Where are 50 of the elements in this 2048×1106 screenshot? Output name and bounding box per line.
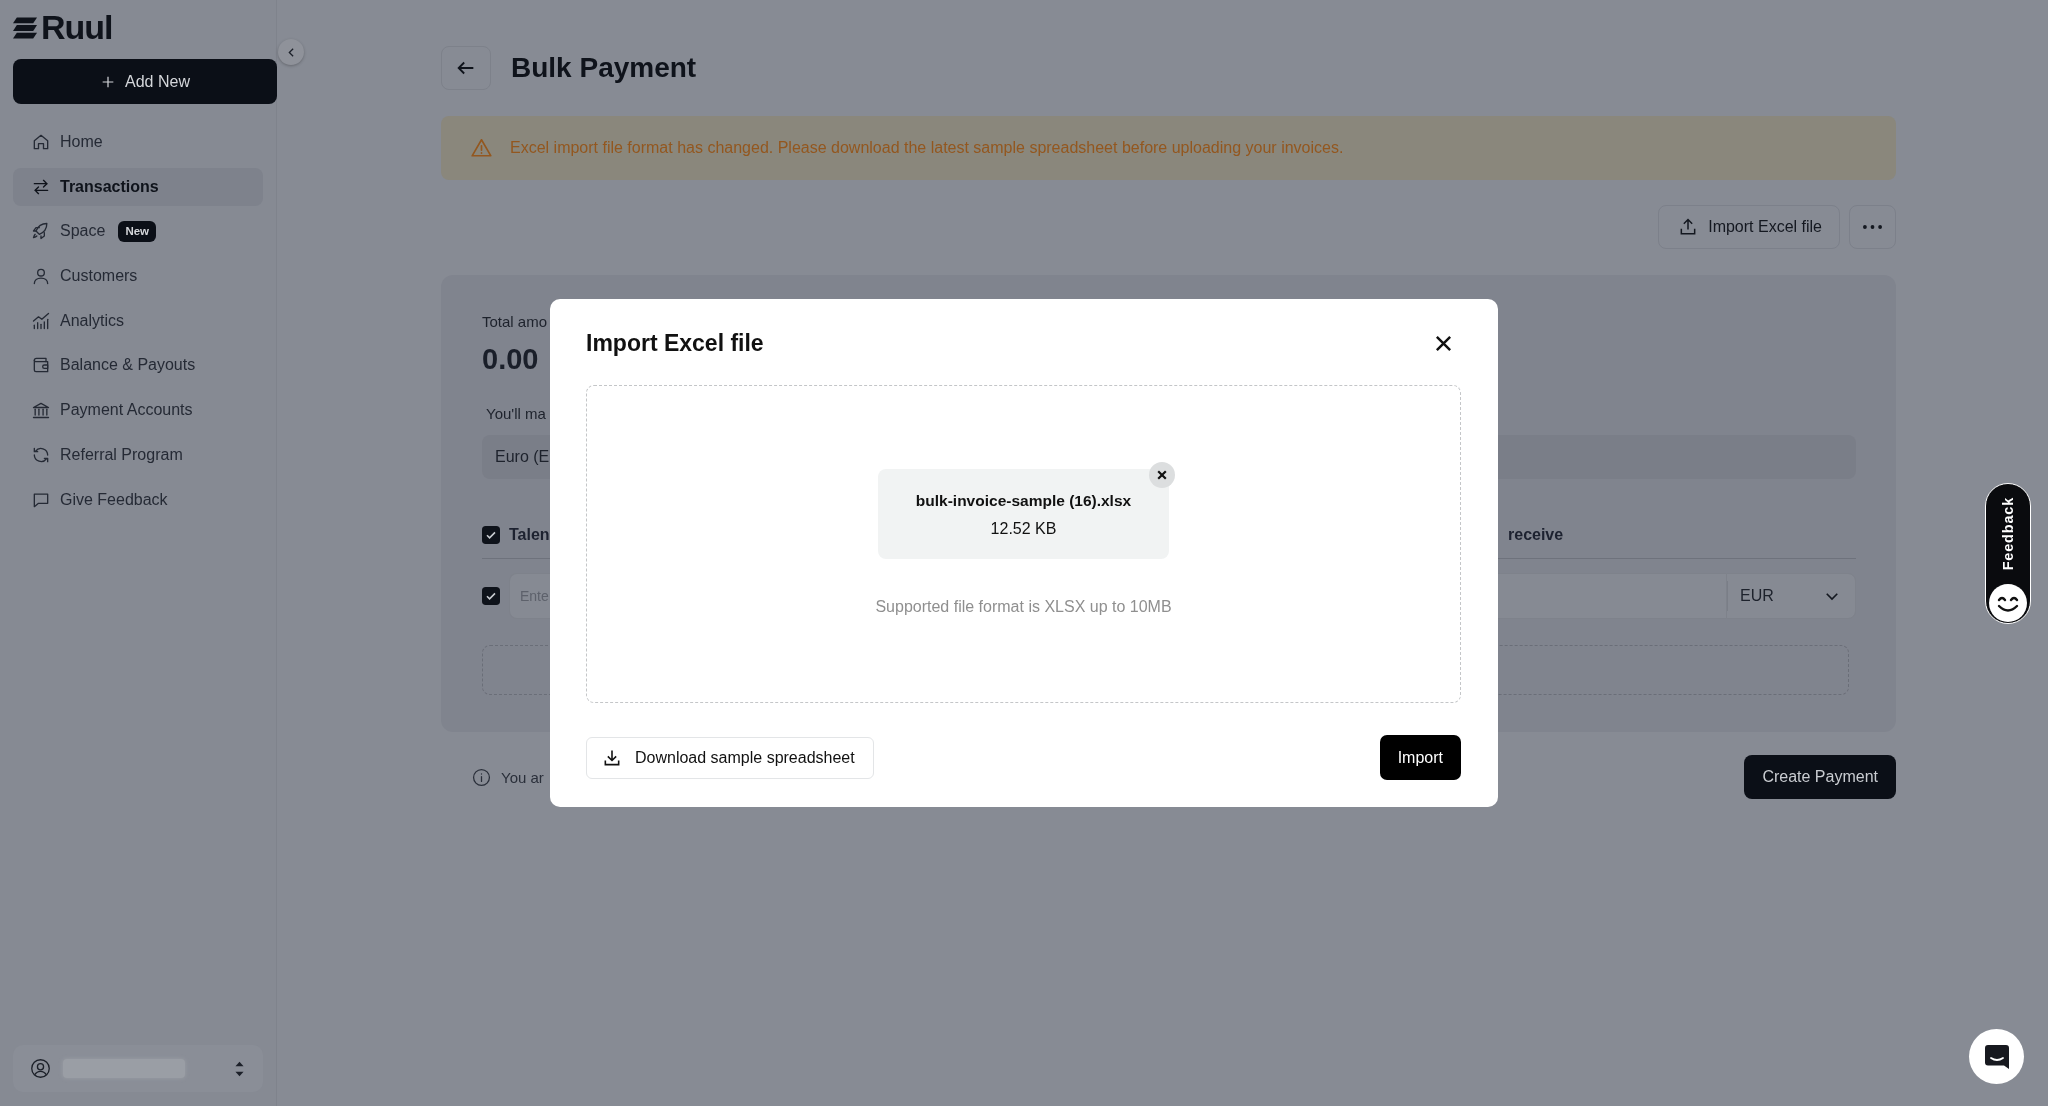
smiley-icon	[1987, 582, 2028, 623]
user-icon	[30, 1058, 51, 1079]
checkbox[interactable]	[482, 587, 500, 605]
person-icon	[31, 266, 51, 287]
column-header: Talen	[509, 526, 550, 544]
back-button[interactable]	[441, 46, 491, 90]
banner-text: Excel import file format has changed. Please download the latest sample spreadsheet before uploading your invoices.	[510, 139, 1344, 157]
checkbox[interactable]	[482, 526, 500, 544]
info-icon	[472, 767, 491, 787]
add-new-button[interactable]: Add New	[13, 59, 277, 104]
nav-item[interactable]: Home	[13, 123, 263, 161]
close-icon[interactable]	[1149, 462, 1175, 488]
home-icon	[31, 132, 51, 152]
warning-icon	[470, 137, 493, 159]
bar-chart-icon	[31, 310, 51, 331]
nav-item[interactable]: Referral Program	[13, 435, 263, 474]
download-sample-button[interactable]: Download sample spreadsheet	[586, 736, 874, 779]
chat-button[interactable]	[1969, 1029, 2024, 1084]
new-badge: New	[118, 220, 157, 242]
file-drop-zone[interactable]: bulk-invoice-sample (16).xlsx 12.52 KB Supported file format is XLSX up to 10MB	[586, 385, 1461, 703]
nav-item[interactable]: Payment Accounts	[13, 391, 263, 430]
currency-dropdown[interactable]: EUR	[1726, 573, 1856, 619]
nav-item[interactable]: Give Feedback	[13, 480, 263, 519]
logo-icon	[13, 15, 38, 40]
total-label: Total amo	[482, 313, 548, 331]
info-text: You ar	[501, 768, 544, 786]
close-icon[interactable]	[1434, 333, 1453, 353]
field-label: You'll ma	[486, 405, 546, 423]
account-switcher[interactable]	[13, 1045, 263, 1092]
up-down-icon	[234, 1059, 245, 1078]
nav-item[interactable]: Space New	[13, 212, 263, 251]
dialog-title: Import Excel file	[586, 329, 764, 357]
nav-item[interactable]: Analytics	[13, 301, 263, 340]
total-amount: 0.00	[482, 342, 539, 376]
column-header: receive	[1508, 526, 1564, 544]
nav-item[interactable]: Transactions	[13, 167, 263, 206]
logo-text: Ruul	[41, 13, 113, 42]
import-button[interactable]: Import	[1379, 735, 1461, 780]
feedback-tab[interactable]: Feedback	[1985, 483, 2031, 624]
file-name: bulk-invoice-sample (16).xlsx	[915, 491, 1132, 510]
bank-icon	[31, 400, 51, 421]
chat-icon	[1982, 1042, 2011, 1071]
page-title: Bulk Payment	[511, 52, 697, 84]
file-size: 12.52 KB	[990, 519, 1057, 538]
nav-item[interactable]: Balance & Payouts	[13, 346, 263, 385]
drop-zone-hint: Supported file format is XLSX up to 10MB	[875, 598, 1172, 616]
create-payment-button[interactable]: Create Payment	[1744, 755, 1896, 799]
nav-item[interactable]: Customers	[13, 257, 263, 296]
import-excel-button[interactable]: Import Excel file	[1658, 205, 1840, 249]
more-icon	[1863, 225, 1882, 229]
